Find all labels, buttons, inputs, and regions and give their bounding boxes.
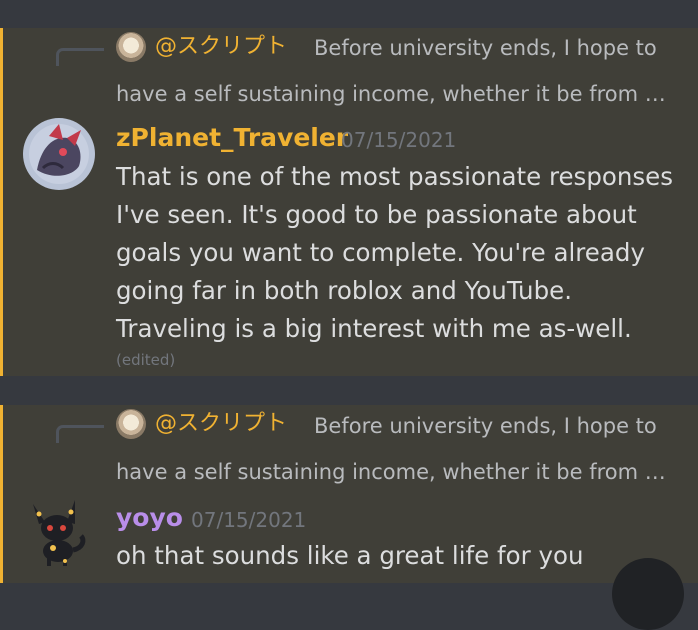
timestamp[interactable]: 07/15/2021 (191, 504, 306, 536)
reply-mention[interactable]: @スクリプト (155, 410, 287, 438)
reply-preview-line-1[interactable]: Before university ends, I hope to (314, 412, 657, 440)
jump-button[interactable] (612, 558, 684, 630)
message-line: goals you want to complete. You're alrea… (116, 238, 645, 267)
umbreon-avatar[interactable] (25, 496, 91, 568)
message-line: Traveling is a big interest with me as-w… (116, 314, 632, 343)
message-line: That is one of the most passionate respo… (116, 162, 673, 191)
edited-marker: (edited) (116, 351, 176, 369)
timestamp[interactable]: 07/15/2021 (341, 124, 456, 156)
author-name[interactable]: yoyo (116, 502, 183, 534)
avatar[interactable] (23, 118, 95, 190)
message-line: going far in both roblox and YouTube. (116, 276, 573, 305)
message-line: I've seen. It's good to be passionate ab… (116, 200, 637, 229)
author-name[interactable]: zPlanet_Traveler (116, 122, 348, 154)
reply-avatar[interactable] (116, 409, 146, 439)
reply-connector (56, 425, 104, 443)
message-line: oh that sounds like a great life for you (116, 541, 584, 570)
reply-preview-line-1[interactable]: Before university ends, I hope to (314, 34, 657, 62)
reply-mention[interactable]: @スクリプト (155, 33, 287, 61)
message-zplanet-traveler[interactable]: @スクリプト Before university ends, I hope to… (0, 28, 698, 376)
reply-preview-line-2[interactable]: have a self sustaining income, whether i… (116, 458, 666, 486)
reply-preview-line-2[interactable]: have a self sustaining income, whether i… (116, 80, 666, 108)
reply-connector (56, 48, 104, 66)
reply-avatar[interactable] (116, 32, 146, 62)
message-yoyo[interactable]: @スクリプト Before university ends, I hope to… (0, 405, 698, 583)
